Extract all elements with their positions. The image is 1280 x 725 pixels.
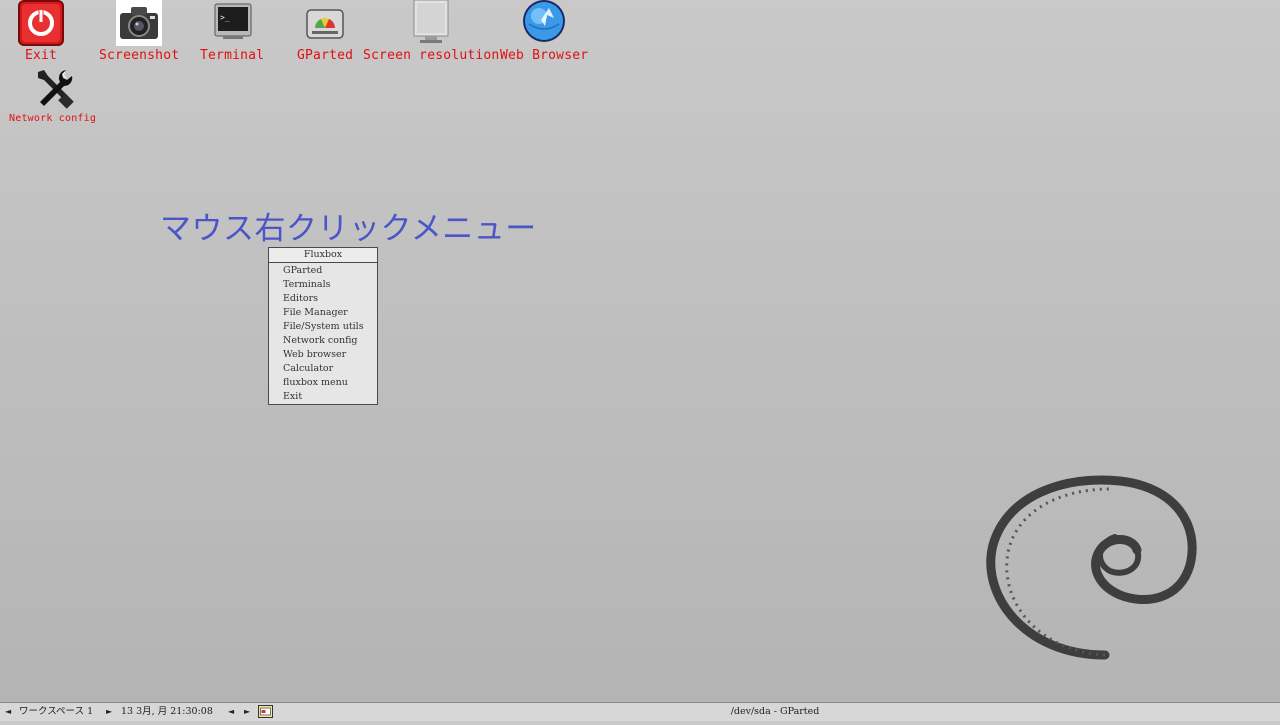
menu-item-network-config[interactable]: Network config xyxy=(269,334,377,348)
menu-item-editors[interactable]: Editors xyxy=(269,292,377,306)
svg-text:>_: >_ xyxy=(220,13,230,22)
desktop-icon-label: Screenshot xyxy=(99,48,180,63)
desktop-icon-label: Screen resolution xyxy=(363,48,500,63)
desktop-icon-label: Web Browser xyxy=(500,48,589,63)
camera-icon xyxy=(116,0,163,46)
menu-item-gparted[interactable]: GParted xyxy=(269,264,377,278)
desktop-icon-exit[interactable]: Exit xyxy=(18,0,64,63)
menu-item-fluxbox-menu[interactable]: fluxbox menu xyxy=(269,376,377,390)
fluxbox-root-menu: Fluxbox GParted Terminals Editors File M… xyxy=(268,247,378,405)
monitor-icon xyxy=(408,0,454,46)
terminal-icon: >_ xyxy=(209,0,255,46)
prev-window-button[interactable]: ◄ xyxy=(228,703,234,721)
power-icon xyxy=(18,0,64,46)
menu-item-file-manager[interactable]: File Manager xyxy=(269,306,377,320)
workspace-name[interactable]: ワークスペース 1 xyxy=(19,703,93,721)
desktop-icon-label: Exit xyxy=(24,48,58,63)
next-workspace-button[interactable]: ► xyxy=(106,703,112,721)
desktop-icon-label: Terminal xyxy=(200,48,265,63)
desktop-icon-screenshot[interactable]: Screenshot xyxy=(99,0,179,63)
annotation-text: マウス右クリックメニュー xyxy=(160,211,537,247)
menu-item-web-browser[interactable]: Web browser xyxy=(269,348,377,362)
fluxbox-toolbar: ◄ ワークスペース 1 ► 13 3月, 月 21:30:08 ◄ ► /dev… xyxy=(0,702,1280,721)
menu-item-file-system-utils[interactable]: File/System utils xyxy=(269,320,377,334)
task-title[interactable]: /dev/sda - GParted xyxy=(275,703,1275,721)
menu-title: Fluxbox xyxy=(269,248,377,263)
desktop-icon-web-browser[interactable]: Web Browser xyxy=(500,0,588,63)
desktop-icon-screen-resolution[interactable]: Screen resolution xyxy=(363,0,499,63)
prev-workspace-button[interactable]: ◄ xyxy=(5,703,11,721)
menu-item-exit[interactable]: Exit xyxy=(269,390,377,404)
desktop-icon-network-config[interactable]: Network config xyxy=(9,66,96,124)
debian-swirl-logo xyxy=(985,475,1200,664)
desktop-icon-label: GParted xyxy=(297,48,354,63)
menu-item-terminals[interactable]: Terminals xyxy=(269,278,377,292)
gparted-task-icon[interactable] xyxy=(258,705,273,719)
desktop-icon-gparted[interactable]: GParted xyxy=(297,0,353,63)
gparted-disk-icon xyxy=(302,0,348,46)
next-window-button[interactable]: ► xyxy=(244,703,250,721)
wrench-screwdriver-icon xyxy=(30,66,76,112)
desktop-icon-terminal[interactable]: >_ Terminal xyxy=(200,0,264,63)
desktop-icon-label: Network config xyxy=(9,113,97,124)
menu-item-calculator[interactable]: Calculator xyxy=(269,362,377,376)
globe-icon xyxy=(521,0,567,46)
clock: 13 3月, 月 21:30:08 xyxy=(121,706,213,717)
